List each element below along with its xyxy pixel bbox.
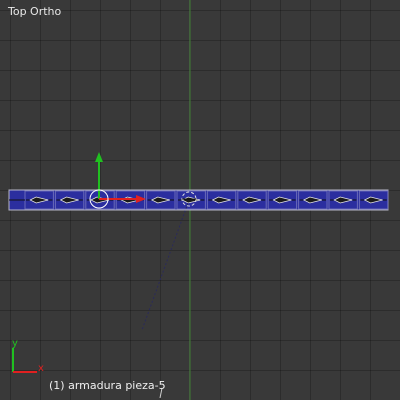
armature-bones[interactable] [9,190,389,210]
bone-segment[interactable] [206,190,237,210]
bone-segment[interactable] [54,190,85,210]
widget-x-label: x [38,363,44,374]
axis-orientation-widget: y x [12,338,44,374]
viewport-canvas[interactable]: y x [0,0,400,400]
bone-segment[interactable] [267,190,298,210]
armature-object[interactable] [8,189,389,211]
bone-segment[interactable] [24,190,54,210]
bone-segment[interactable] [298,190,328,210]
bone-segment[interactable] [358,190,389,210]
widget-y-label: y [12,338,18,349]
gizmo-y-arrowhead[interactable] [95,152,103,162]
bone-segment[interactable] [146,190,176,210]
bone-segment[interactable] [176,190,206,210]
bone-segment[interactable] [328,190,358,210]
parent-relation-line [141,202,189,331]
3d-viewport[interactable]: y x Top Ortho (1) armadura pieza-5 [0,0,400,400]
view-name-label: Top Ortho [8,5,62,18]
bone-segment[interactable] [237,190,267,210]
active-object-label: (1) armadura pieza-5 [49,379,166,392]
